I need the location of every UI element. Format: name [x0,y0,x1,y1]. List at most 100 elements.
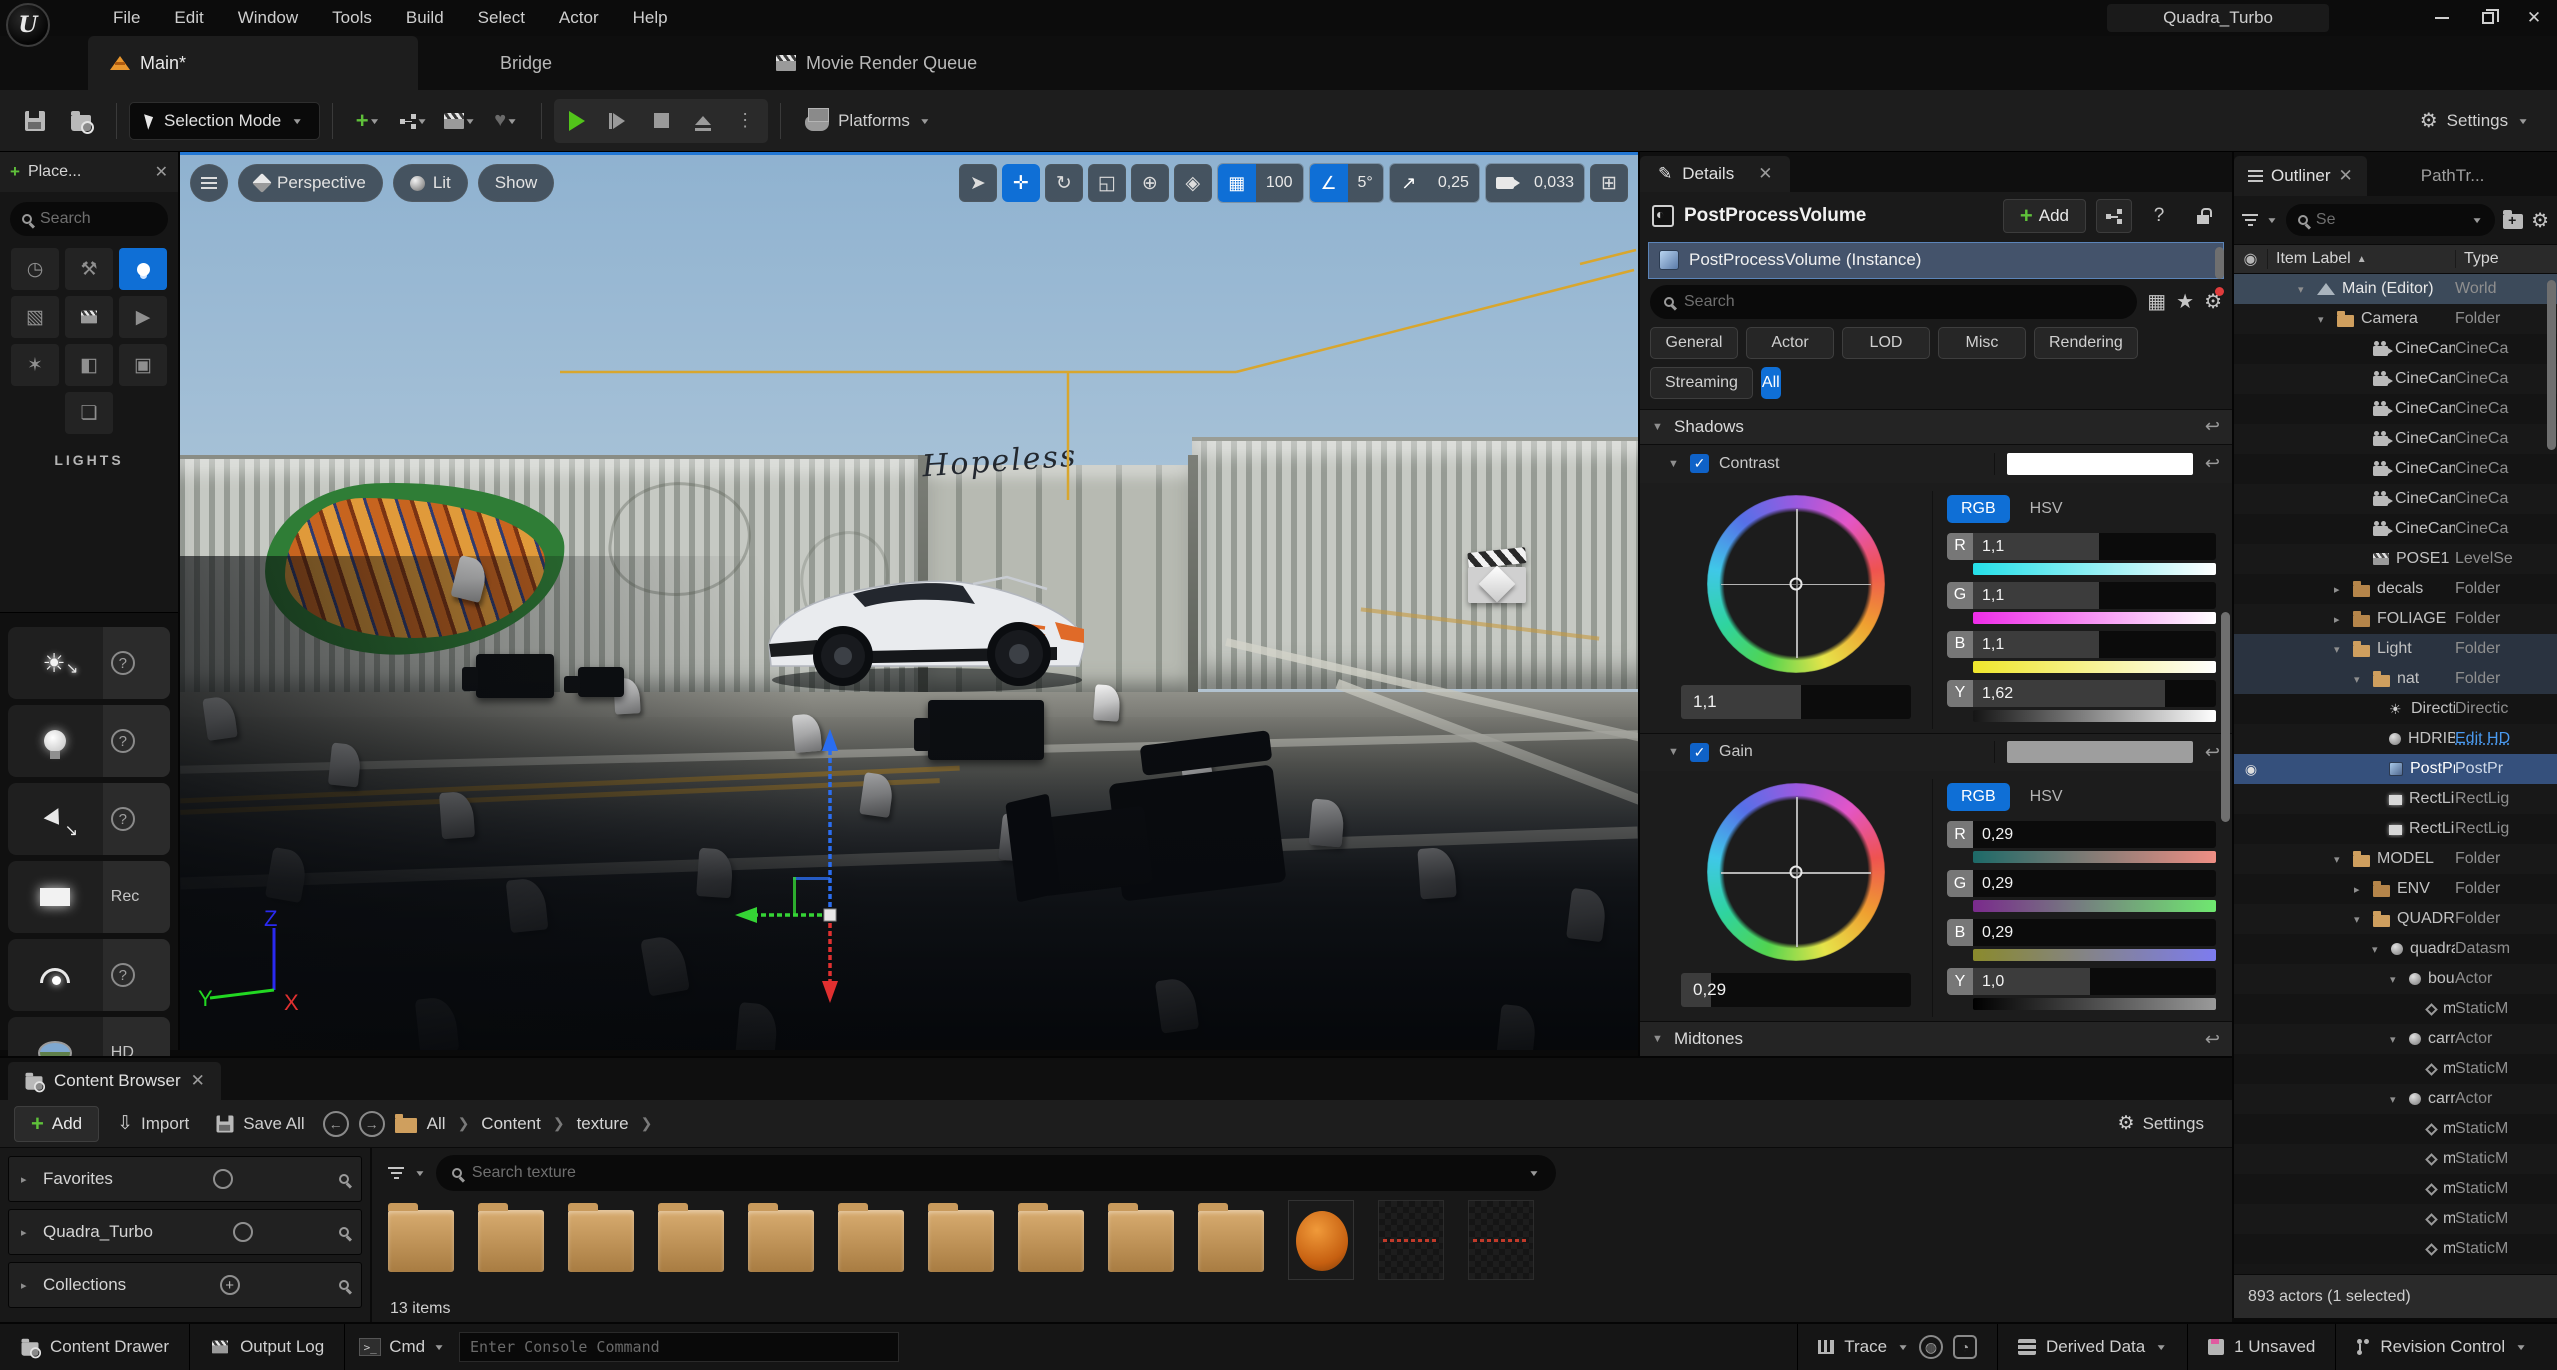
frame-skip-button[interactable] [598,101,640,141]
outliner-row[interactable]: CineCame CineCa [2234,394,2557,424]
world-local-toggle[interactable]: ⊕ [1131,164,1169,202]
asset-tile[interactable] [1198,1210,1264,1272]
outliner-row[interactable]: ▸ ENV Folder [2234,874,2557,904]
play-options-button[interactable]: ⋮ [724,101,766,141]
category-cinematic[interactable] [65,296,113,338]
select-tool-button[interactable]: ➤ [959,164,997,202]
category-shapes[interactable]: ▧ [11,296,59,338]
reset-icon[interactable]: ↩ [2205,742,2220,763]
filter-chip[interactable]: Streaming [1650,367,1753,399]
quick-settings-button[interactable]: ♥▼ [483,99,529,143]
tab-movie-render-queue[interactable]: Movie Render Queue [754,36,999,90]
outliner-row[interactable]: RectLight RectLig [2234,784,2557,814]
asset-tile[interactable] [838,1210,904,1272]
close-icon[interactable]: ✕ [191,1071,205,1091]
details-tab[interactable]: ✎ Details ✕ [1640,156,1790,192]
tab-bridge[interactable]: Bridge [478,36,574,90]
move-tool-button[interactable]: ✛ [1002,164,1040,202]
filter-chip[interactable]: Misc [1938,327,2026,359]
menu-item[interactable]: File [96,0,157,36]
search-icon[interactable] [339,1280,349,1290]
outliner-row[interactable]: ▾ carros Actor [2234,1024,2557,1054]
details-search-input[interactable] [1650,285,2137,319]
outliner-row[interactable]: CineCame CineCa [2234,364,2557,394]
outliner-row[interactable]: ▾ quadra Datasm [2234,934,2557,964]
rgb-tab[interactable]: RGB [1947,783,2010,811]
expand-arrow[interactable]: ▾ [2334,853,2346,866]
outliner-row[interactable]: mes StaticM [2234,1144,2557,1174]
outliner-row[interactable]: ▾ Light Folder [2234,634,2557,664]
search-icon[interactable] [339,1227,349,1237]
unlock-icon[interactable] [2186,208,2220,224]
favorites-icon[interactable]: ★ [2176,289,2194,314]
category-basic[interactable]: ⚒ [65,248,113,290]
outliner-tab[interactable]: Outliner ✕ [2234,156,2367,196]
outliner-row[interactable]: ▸ FOLIAGE Folder [2234,604,2557,634]
category-particles[interactable]: ✶ [11,344,59,386]
view-mode-dropdown[interactable]: Lit [393,164,468,202]
add-asset-button[interactable]: +Add [14,1106,99,1142]
expand-arrow[interactable]: ▸ [2334,583,2346,596]
save-button[interactable] [12,99,58,143]
outliner-row[interactable]: CineCame CineCa [2234,334,2557,364]
surface-snap-button[interactable]: ◈ [1174,164,1212,202]
channel-slider[interactable]: G 1,1 [1947,582,2216,609]
menu-item[interactable]: Tools [315,0,389,36]
platforms-dropdown[interactable]: Platforms▼ [793,99,943,143]
outliner-row[interactable]: ▾ Main (Editor) World [2234,274,2557,304]
filter-chip[interactable]: Actor [1746,327,1834,359]
hsv-tab[interactable]: HSV [2016,495,2077,523]
asset-search-input[interactable]: ▼ [436,1155,1556,1191]
outliner-row[interactable]: ▾ Camera Folder [2234,304,2557,334]
sidebar-section[interactable]: ▸ Favorites [8,1156,362,1202]
asset-tile[interactable] [658,1210,724,1272]
contrast-color-wheel[interactable] [1707,495,1885,673]
path-tracer-tab[interactable]: PathTr... [2407,156,2499,196]
derived-data-dropdown[interactable]: Derived Data▼ [1998,1324,2188,1370]
menu-item[interactable]: Window [221,0,315,36]
details-scrollbar[interactable] [2221,612,2230,822]
outliner-row[interactable]: mes StaticM [2234,1174,2557,1204]
category-visual-effects[interactable]: ▶ [119,296,167,338]
channel-slider[interactable]: B 0,29 [1947,919,2216,946]
show-dropdown[interactable]: Show [478,164,555,202]
asset-tile[interactable] [478,1210,544,1272]
revision-control-dropdown[interactable]: Revision Control▼ [2336,1324,2557,1370]
sidebar-section[interactable]: ▸ Collections + [8,1262,362,1308]
channel-slider[interactable]: Y 1,0 [1947,968,2216,995]
light-actor-item[interactable]: ? [8,627,170,699]
maximize-viewport-button[interactable]: ⊞ [1590,164,1628,202]
menu-item[interactable]: Actor [542,0,616,36]
contrast-color-swatch[interactable] [2007,453,2193,475]
outliner-row[interactable]: ▸ decals Folder [2234,574,2557,604]
play-button[interactable] [556,101,598,141]
midtones-section-header[interactable]: ▼Midtones ↩ [1640,1021,2232,1056]
place-actors-tab[interactable]: + Place... ✕ [0,152,178,192]
transform-gizmo[interactable] [725,707,945,1017]
camera-speed-control[interactable]: 0,033 [1485,163,1585,203]
outliner-row[interactable]: ◉ PostPro PostPr [2234,754,2557,784]
content-browser-tab[interactable]: Content Browser ✕ [8,1062,221,1100]
stop-button[interactable] [640,101,682,141]
trace-dropdown[interactable]: Trace▼ ◍ ◔ [1797,1324,1998,1370]
light-actor-item[interactable]: ? [8,939,170,1011]
outliner-row[interactable]: mes StaticM [2234,1054,2557,1084]
rotate-tool-button[interactable]: ↻ [1045,164,1083,202]
gain-row[interactable]: ▼ Gain ↩ [1640,733,2232,772]
breadcrumb-all[interactable]: All [427,1114,446,1134]
display-filter-icon[interactable]: ▦ [2147,289,2166,314]
menu-item[interactable]: Help [616,0,685,36]
channel-slider[interactable]: G 0,29 [1947,870,2216,897]
scale-tool-button[interactable]: ◱ [1088,164,1126,202]
sports-car[interactable] [755,544,1095,699]
search-icon[interactable] [339,1174,349,1184]
place-search-input[interactable] [10,202,168,236]
forward-button[interactable]: → [359,1111,385,1137]
visibility-column-icon[interactable]: ◉ [2234,249,2268,269]
add-component-button[interactable]: +Add [2003,199,2086,233]
scrollbar-thumb[interactable] [2215,247,2224,279]
asset-tile[interactable] [1018,1210,1084,1272]
add-collection-icon[interactable]: + [220,1275,240,1295]
category-lights[interactable] [119,248,167,290]
selection-mode-dropdown[interactable]: Selection Mode▼ [129,102,320,140]
